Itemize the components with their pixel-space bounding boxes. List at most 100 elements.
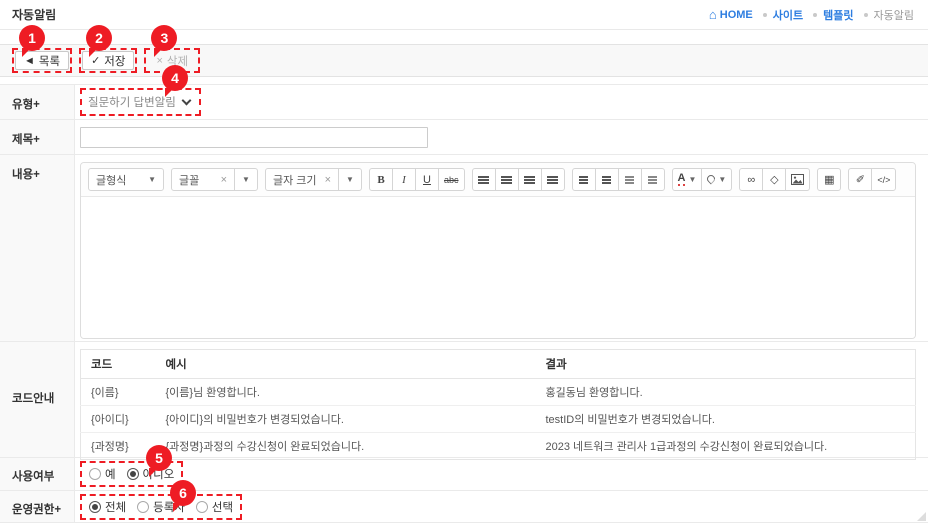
result-cell: 2023 네트워크 관리사 1급과정의 수강신청이 완료되었습니다. [536,433,916,460]
code-guide-table: 코드 예시 결과 {이름} {이름}님 환영합니다. 홍길동님 환영합니다. {… [80,349,916,460]
numbered-list-icon [602,176,611,178]
insert-image-button[interactable] [785,168,810,191]
image-icon [791,174,804,185]
radio-button[interactable] [89,501,101,513]
auto-notification-page: 자동알림 ⌂ HOME 사이트 템플릿 자동알림 1 ◄ 목록 2 ✓ 저장 [0,0,928,523]
code-cell: {아이디} [81,406,156,433]
font-size-caret-button[interactable]: ▼ [338,168,362,191]
radio-button[interactable] [127,468,139,480]
caret-down-icon: ▼ [148,175,156,184]
code-cell: {이름} [81,379,156,406]
annotation-badge-5: 5 [146,445,172,471]
font-color-icon: A [678,173,686,186]
use-label: 사용여부 [0,458,75,490]
form-row-use: 사용여부 5 예 아니오 [0,458,928,491]
breadcrumb-current: 자동알림 [874,7,914,23]
indent-button[interactable] [618,168,642,191]
align-center-button[interactable] [495,168,519,191]
italic-button[interactable]: I [392,168,416,191]
clear-x-icon[interactable]: × [325,174,331,186]
bullet-list-icon [579,176,588,178]
align-justify-button[interactable] [541,168,565,191]
strikethrough-button[interactable]: abc [438,168,465,191]
radio-button[interactable] [137,501,149,513]
radio-label[interactable]: 전체 [105,499,126,515]
radio-option-yes[interactable]: 예 [89,466,116,482]
font-size-label: 글자 크기 [273,172,317,188]
indent-icon [625,176,634,178]
result-cell: 홍길동님 환영합니다. [536,379,916,406]
code-view-button[interactable]: </> [871,168,896,191]
form-row-permission: 운영권한+ 6 전체 등록자 [0,491,928,523]
annotation-box-2: 2 ✓ 저장 [79,48,137,73]
font-family-select[interactable]: 글꼴 × [171,168,235,191]
annotation-box-5: 5 예 아니오 [80,461,183,487]
underline-button[interactable]: U [415,168,439,191]
chevron-down-icon [181,95,191,105]
editor-toolbar: 글형식 ▼ 글꼴 × ▼ [81,163,915,197]
type-select[interactable]: 질문하기 답변알림 [83,91,198,113]
code-guide-label: 코드안내 [0,342,75,457]
breadcrumb-template[interactable]: 템플릿 [823,7,853,23]
align-justify-icon [547,176,558,178]
breadcrumb-separator-dot [813,13,817,17]
ordered-list-button[interactable] [595,168,619,191]
code-cell: {과정명} [81,433,156,460]
align-left-icon [478,176,489,178]
radio-option-all[interactable]: 전체 [89,499,126,515]
align-right-button[interactable] [518,168,542,191]
highlight-color-button[interactable]: ▼ [701,168,732,191]
table-row: {아이디} {아이디}의 비밀번호가 변경되었습니다. testID의 비밀번호… [81,406,916,433]
highlight-droplet-icon [706,173,717,184]
home-icon: ⌂ [709,7,717,22]
form-row-type: 유형+ 4 질문하기 답변알림 [0,85,928,120]
column-header-code: 코드 [81,350,156,379]
breadcrumb-home[interactable]: HOME [720,9,753,21]
example-cell: {아이디}의 비밀번호가 변경되었습니다. [156,406,536,433]
radio-option-select[interactable]: 선택 [196,499,233,515]
font-family-caret-button[interactable]: ▼ [234,168,258,191]
font-size-select[interactable]: 글자 크기 × [265,168,339,191]
radio-label[interactable]: 선택 [212,499,233,515]
content-label: 내용+ [0,155,75,341]
font-color-button[interactable]: A▼ [672,168,703,191]
outdent-button[interactable] [641,168,665,191]
table-header-row: 코드 예시 결과 [81,350,916,379]
annotation-badge-2: 2 [86,25,112,51]
example-cell: {이름}님 환영합니다. [156,379,536,406]
insert-table-button[interactable]: ▦ [817,168,841,191]
breadcrumb: ⌂ HOME 사이트 템플릿 자동알림 [709,7,914,23]
radio-label[interactable]: 예 [105,466,116,482]
font-family-label: 글꼴 [179,172,199,188]
rich-text-editor: 글형식 ▼ 글꼴 × ▼ [80,162,916,339]
annotation-badge-1: 1 [19,25,45,51]
table-row: {이름} {이름}님 환영합니다. 홍길동님 환영합니다. [81,379,916,406]
radio-button[interactable] [89,468,101,480]
paragraph-format-select[interactable]: 글형식 ▼ [88,168,164,191]
caret-down-icon: ▼ [718,175,726,184]
notification-form: 유형+ 4 질문하기 답변알림 제목+ 내용+ [0,84,928,523]
title-label: 제목+ [0,120,75,154]
outdent-icon [648,176,657,178]
align-left-button[interactable] [472,168,496,191]
breadcrumb-site[interactable]: 사이트 [773,7,803,23]
annotation-badge-6: 6 [170,480,196,506]
title-input[interactable] [80,127,428,148]
radio-button[interactable] [196,501,208,513]
caret-down-icon: ▼ [346,175,354,184]
insert-link-button[interactable]: ∞ [739,168,763,191]
form-row-code-guide: 코드안내 코드 예시 결과 {이름} {이름}님 환영합니다. [0,342,928,458]
clear-x-icon[interactable]: × [221,174,227,186]
bold-button[interactable]: B [369,168,393,191]
type-select-value: 질문하기 답변알림 [88,94,176,110]
caret-down-icon: ▼ [688,175,696,184]
top-bar: 자동알림 ⌂ HOME 사이트 템플릿 자동알림 [0,0,928,30]
clear-format-button[interactable]: ✐ [848,168,872,191]
align-center-icon [501,176,512,178]
unordered-list-button[interactable] [572,168,596,191]
result-cell: testID의 비밀번호가 변경되었습니다. [536,406,916,433]
paragraph-format-label: 글형식 [96,172,126,188]
caret-down-icon: ▼ [242,175,250,184]
editor-content-area[interactable] [81,197,915,338]
unlink-button[interactable]: ◇ [762,168,786,191]
